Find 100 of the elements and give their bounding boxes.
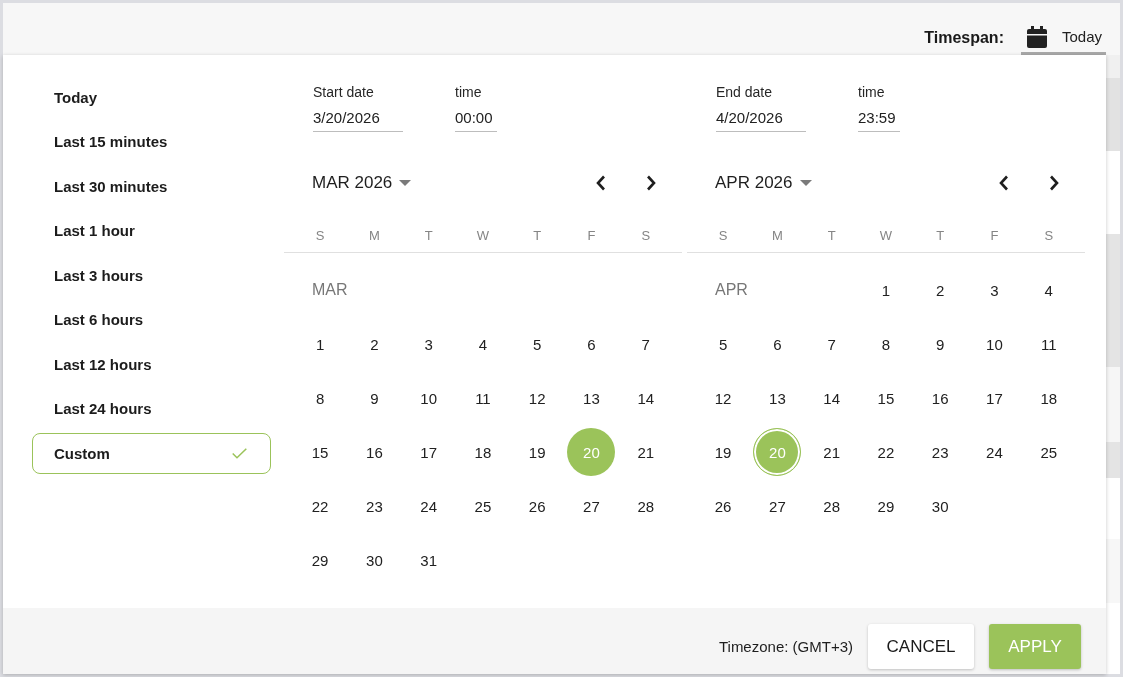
time-field[interactable]: 23:59 [858,109,900,132]
calendar-day[interactable]: 18 [1024,374,1073,422]
calendar-day[interactable]: 6 [567,320,616,368]
preset-option[interactable]: Last 24 hours [32,388,271,429]
month-label: MAR [312,281,348,299]
calendar-day[interactable]: 12 [699,374,748,422]
calendar-day[interactable]: 24 [404,482,453,530]
month-select[interactable]: MAR 2026 [312,173,412,193]
calendar-day[interactable]: 8 [296,374,345,422]
calendar-day[interactable]: 13 [567,374,616,422]
calendar-day[interactable]: 22 [861,428,910,476]
preset-option[interactable]: Today [32,76,271,118]
weekday-label: S [1044,228,1054,243]
calendar-day[interactable]: 9 [916,320,965,368]
calendar-day[interactable]: 14 [807,374,856,422]
calendar-day[interactable]: 7 [621,320,670,368]
chevron-left-icon[interactable] [596,175,606,191]
field-label: time [455,83,483,101]
preset-option[interactable]: Custom [32,432,271,474]
calendar-day[interactable]: 17 [404,428,453,476]
weekday-label: F [587,228,596,243]
weekday-label: S [641,228,651,243]
chevron-left-icon[interactable] [999,175,1009,191]
calendar-day[interactable]: 4 [458,320,507,368]
preset-option[interactable]: Last 12 hours [32,343,271,385]
preset-option[interactable]: Last 6 hours [32,299,271,340]
calendar-day[interactable]: 19 [699,428,748,476]
calendar-day[interactable]: 7 [807,320,856,368]
calendar-day[interactable]: 3 [404,320,453,368]
calendar-day[interactable]: 31 [404,536,453,584]
calendar-day[interactable]: 23 [350,482,399,530]
calendar-day[interactable]: 5 [513,320,562,368]
calendar-day[interactable]: 2 [350,320,399,368]
calendar-day[interactable]: 23 [916,428,965,476]
date-field[interactable]: 3/20/2026 [313,109,403,132]
calendar-day[interactable]: 30 [350,536,399,584]
calendar-day[interactable]: 4 [1024,266,1073,314]
calendar-day[interactable]: 5 [699,320,748,368]
calendar-day[interactable]: 19 [513,428,562,476]
timezone-label: Timezone: (GMT+3) [718,637,853,657]
calendar-day[interactable]: 6 [753,320,802,368]
calendar-day[interactable]: 16 [350,428,399,476]
cancel-button[interactable]: CANCEL [868,624,974,669]
calendar-day[interactable]: 22 [296,482,345,530]
calendar-day[interactable]: 9 [350,374,399,422]
chevron-right-icon[interactable] [1049,175,1059,191]
chevron-right-icon[interactable] [646,175,656,191]
calendar-day[interactable]: 11 [1024,320,1073,368]
time-field[interactable]: 00:00 [455,109,497,132]
calendar-day[interactable]: 24 [970,428,1019,476]
calendar-day[interactable]: 10 [970,320,1019,368]
field-label: Start date [313,83,375,101]
calendar-day[interactable]: 15 [861,374,910,422]
check-icon [232,447,247,459]
preset-option[interactable]: Last 15 minutes [32,121,271,162]
timespan-label: Timespan: [924,28,1004,48]
calendar-day[interactable]: 17 [970,374,1019,422]
weekday-label: M [771,228,783,243]
weekday-label: F [990,228,999,243]
field-label: End date [716,83,774,101]
weekday-label: T [827,228,836,243]
calendar-day[interactable]: 2 [916,266,965,314]
calendar-day[interactable]: 30 [916,482,965,530]
calendar-day[interactable]: 16 [916,374,965,422]
calendar-day[interactable]: 26 [513,482,562,530]
calendar-day[interactable]: 3 [970,266,1019,314]
month-select[interactable]: APR 2026 [715,173,812,193]
calendar-day[interactable]: 28 [807,482,856,530]
calendar-day[interactable]: 25 [1024,428,1073,476]
calendar-day[interactable]: 15 [296,428,345,476]
calendar-day[interactable]: 10 [404,374,453,422]
date-field[interactable]: 4/20/2026 [716,109,806,132]
calendar-day[interactable]: 12 [513,374,562,422]
calendar-day[interactable]: 29 [296,536,345,584]
calendar-day[interactable]: 28 [621,482,670,530]
weekday-label: S [718,228,728,243]
calendar-day[interactable]: 1 [296,320,345,368]
calendar-day[interactable]: 21 [807,428,856,476]
calendar-day[interactable]: 27 [567,482,616,530]
weekday-label: T [936,228,945,243]
calendar-day[interactable]: 18 [458,428,507,476]
calendar-day[interactable]: 1 [861,266,910,314]
calendar-icon [1026,25,1047,48]
calendar-day[interactable]: 25 [458,482,507,530]
calendar-day[interactable]: 11 [458,374,507,422]
calendar-day[interactable]: 8 [861,320,910,368]
calendar-day[interactable]: 13 [753,374,802,422]
weekday-label: W [476,228,490,243]
preset-option[interactable]: Last 3 hours [32,254,271,296]
calendar-day[interactable]: 14 [621,374,670,422]
caret-icon [399,180,412,186]
calendar-day[interactable]: 21 [621,428,670,476]
field-label: time [858,83,886,101]
calendar-day[interactable]: 29 [861,482,910,530]
preset-option[interactable]: Last 1 hour [32,210,271,251]
weekday-label: W [879,228,893,243]
preset-option[interactable]: Last 30 minutes [32,165,271,207]
calendar-day[interactable]: 26 [699,482,748,530]
calendar-day[interactable]: 27 [753,482,802,530]
weekday-label: M [368,228,380,243]
